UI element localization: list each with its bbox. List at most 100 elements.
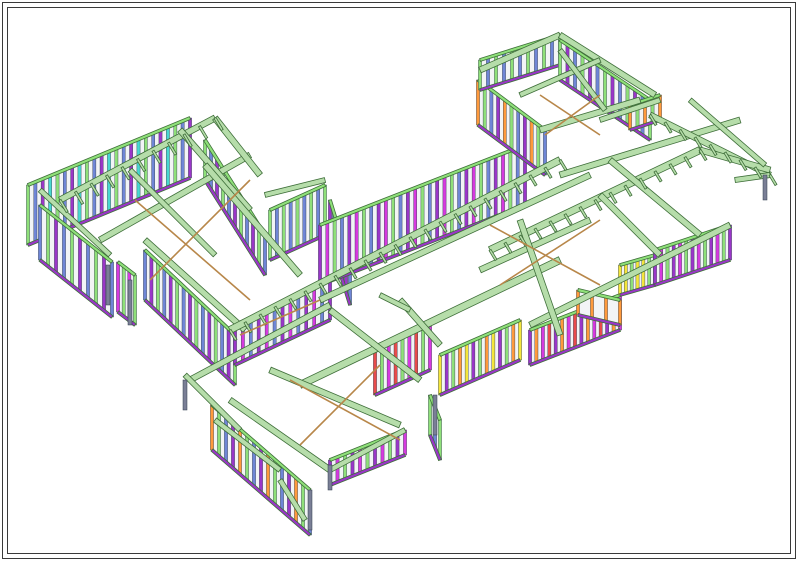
wall-stud bbox=[121, 266, 126, 317]
wall-stud bbox=[33, 181, 38, 243]
wall-stud bbox=[210, 404, 214, 451]
wall-stud bbox=[498, 328, 502, 369]
wall-stud bbox=[728, 224, 732, 261]
wall-stud bbox=[309, 191, 314, 242]
wall-stud bbox=[523, 114, 527, 161]
wall-stud bbox=[26, 184, 30, 246]
wall-stud bbox=[133, 274, 137, 326]
wall-stud bbox=[438, 354, 442, 396]
wall-stud bbox=[478, 59, 482, 91]
wall-stud bbox=[536, 124, 541, 171]
wall-stud bbox=[114, 148, 119, 209]
wall-stud bbox=[451, 349, 456, 390]
wall-stud bbox=[604, 296, 608, 322]
wall-stud bbox=[511, 322, 516, 364]
wall-stud bbox=[491, 331, 496, 372]
wall-stud bbox=[518, 319, 522, 361]
framing-model bbox=[26, 31, 778, 537]
wall-stud bbox=[217, 410, 221, 457]
wall-stud bbox=[162, 268, 167, 319]
wall-stud bbox=[110, 261, 114, 318]
post bbox=[762, 174, 768, 201]
wall-stud bbox=[482, 84, 487, 131]
wall-stud bbox=[151, 132, 156, 194]
wall-stud bbox=[458, 346, 462, 387]
wall-stud bbox=[149, 255, 154, 307]
wall-stud bbox=[116, 261, 120, 313]
wall-stud bbox=[420, 184, 425, 246]
wall-stud bbox=[573, 312, 577, 348]
rafter bbox=[768, 173, 778, 187]
wall-stud bbox=[295, 197, 300, 248]
wall-stud bbox=[501, 153, 505, 214]
wall-stud bbox=[484, 334, 489, 375]
wall-stud bbox=[281, 203, 286, 255]
wall-stud bbox=[373, 349, 377, 396]
wall-stud bbox=[121, 145, 126, 206]
wall-stud bbox=[318, 224, 322, 286]
wall-stud bbox=[296, 294, 301, 336]
wall-stud bbox=[288, 200, 293, 251]
wall-stud bbox=[332, 219, 337, 280]
wall-stud bbox=[85, 160, 89, 221]
roof-beam bbox=[597, 192, 663, 258]
wall-stud bbox=[94, 249, 98, 305]
wall-stud bbox=[486, 159, 491, 220]
wall-stud bbox=[38, 204, 42, 261]
wall-stud bbox=[175, 280, 179, 331]
wall-stud bbox=[489, 89, 494, 136]
wall-stud bbox=[464, 167, 469, 229]
wall-stud bbox=[102, 255, 106, 311]
wall-stud bbox=[99, 154, 104, 215]
wall-stud bbox=[421, 327, 425, 374]
wall-stud bbox=[435, 179, 439, 240]
wall-stud bbox=[325, 221, 330, 283]
wall-stud bbox=[641, 258, 646, 289]
wall-stud bbox=[516, 109, 520, 156]
wall-stud bbox=[201, 304, 205, 355]
wall-stud bbox=[541, 324, 545, 361]
wall-stud bbox=[188, 292, 192, 343]
wall-stud bbox=[194, 298, 199, 349]
wall-stud bbox=[400, 337, 405, 383]
wall-stud bbox=[479, 161, 483, 223]
post bbox=[327, 464, 333, 491]
wall-stud bbox=[478, 337, 482, 378]
wall-stud bbox=[207, 310, 212, 361]
roof-beam bbox=[528, 221, 732, 329]
wall-stud bbox=[302, 194, 307, 245]
wall-stud bbox=[288, 298, 293, 339]
wall-stud bbox=[226, 328, 231, 380]
wall-stud bbox=[280, 302, 285, 343]
wall-stud bbox=[493, 156, 498, 217]
wall-stud bbox=[168, 274, 173, 325]
wall-stud bbox=[78, 236, 82, 292]
wall-stud bbox=[528, 329, 532, 366]
wall-stud bbox=[343, 453, 347, 480]
wall-stud bbox=[312, 287, 317, 328]
wall-stud bbox=[529, 119, 534, 166]
wall-stud bbox=[166, 126, 170, 188]
wall-stud bbox=[547, 322, 552, 358]
post bbox=[127, 279, 133, 326]
wall-stud bbox=[503, 99, 507, 146]
wall-stud bbox=[54, 217, 58, 273]
wall-stud bbox=[414, 331, 419, 377]
wall-stud bbox=[62, 223, 66, 280]
wall-stud bbox=[444, 351, 449, 393]
wall-stud bbox=[70, 230, 74, 286]
wall-stud bbox=[509, 104, 514, 151]
post bbox=[105, 264, 111, 306]
drawing-sheet bbox=[0, 0, 800, 563]
wall-stud bbox=[213, 316, 218, 367]
wall-stud bbox=[618, 299, 622, 326]
wall-stud bbox=[534, 327, 539, 363]
wall-stud bbox=[566, 314, 571, 351]
wall-stud bbox=[471, 340, 476, 381]
rafter bbox=[558, 158, 568, 172]
wall-stud bbox=[156, 261, 160, 313]
post bbox=[182, 379, 188, 411]
wall-stud bbox=[224, 416, 228, 463]
wall-stud bbox=[143, 249, 147, 301]
wall-stud bbox=[504, 325, 509, 366]
